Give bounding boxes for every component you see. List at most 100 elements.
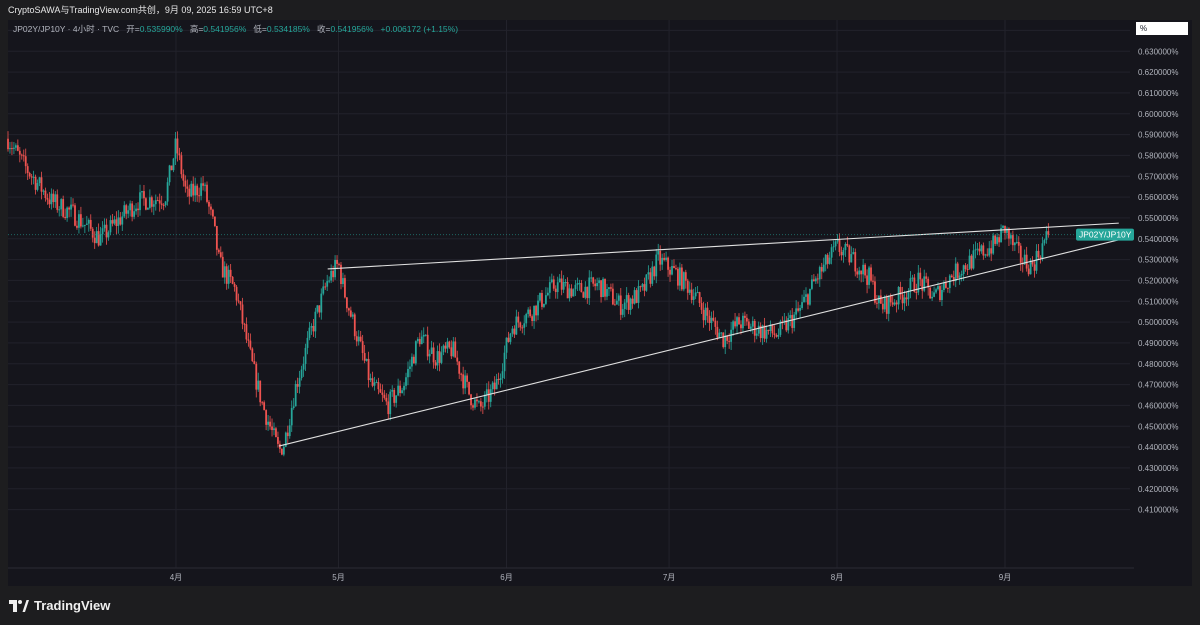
candle-body	[403, 385, 405, 391]
y-tick-label: 0.430000%	[1138, 464, 1178, 473]
candle-body	[742, 315, 744, 329]
candle-body	[395, 395, 398, 403]
y-tick-label: 0.420000%	[1138, 485, 1178, 494]
candle-body	[787, 318, 790, 331]
candle-body	[749, 326, 752, 329]
candle-body	[310, 325, 313, 328]
candle-body	[854, 252, 857, 272]
candle-body	[944, 282, 947, 288]
candle-body	[633, 290, 636, 304]
candle-body	[9, 148, 11, 150]
candle-body	[740, 324, 742, 329]
candle-body	[176, 138, 179, 154]
candle-body	[87, 219, 90, 224]
candle-body	[178, 153, 181, 156]
candle-body	[54, 194, 57, 203]
candle-body	[436, 351, 439, 366]
candle-body	[52, 193, 55, 203]
candle-body	[629, 298, 632, 310]
candle-body	[483, 394, 486, 407]
candle-body	[688, 289, 691, 293]
candle-body	[744, 315, 746, 318]
candle-body	[213, 216, 216, 227]
tradingview-logo[interactable]: TradingView	[9, 598, 110, 613]
candle-body	[832, 246, 835, 248]
candle-body	[645, 274, 648, 291]
candle-body	[485, 389, 488, 395]
candle-body	[470, 394, 472, 406]
candle-body	[95, 231, 98, 244]
candle-body	[101, 228, 104, 235]
candle-body	[255, 363, 258, 390]
candle-body	[519, 322, 522, 328]
candle-body	[978, 248, 981, 252]
y-tick-label: 0.570000%	[1138, 172, 1178, 181]
candle-body	[143, 191, 145, 199]
candle-body	[389, 391, 392, 415]
candle-body	[513, 328, 516, 335]
candle-body	[566, 281, 569, 299]
candle-body	[231, 276, 234, 284]
candle-body	[263, 402, 266, 411]
candle-body	[74, 205, 76, 226]
candle-body	[627, 295, 630, 310]
candle-body	[397, 385, 400, 396]
candle-body	[635, 290, 638, 303]
candle-body	[304, 347, 307, 364]
candle-body	[931, 296, 933, 299]
candle-body	[418, 339, 421, 345]
candle-body	[22, 155, 25, 157]
open-value: 0.535990%	[139, 24, 183, 34]
candle-body	[980, 245, 983, 252]
candle-body	[765, 329, 768, 339]
candle-body	[464, 375, 467, 389]
candle-body	[221, 256, 224, 278]
candle-body	[515, 316, 518, 335]
candle-body	[751, 320, 754, 327]
candle-body	[123, 205, 126, 217]
close-label: 收=	[316, 24, 331, 34]
candle-body	[1017, 241, 1020, 246]
price-unit-box[interactable]: %	[1136, 22, 1188, 35]
candle-body	[269, 421, 271, 427]
candle-body	[820, 267, 823, 272]
candle-body	[446, 341, 449, 349]
candle-body	[137, 208, 139, 211]
candle-body	[273, 428, 275, 431]
candle-body	[964, 265, 967, 270]
candle-body	[661, 257, 664, 265]
candle-body	[901, 294, 904, 304]
candle-body	[1027, 268, 1030, 275]
candle-body	[346, 297, 348, 309]
candle-body	[261, 402, 264, 404]
candle-body	[133, 211, 136, 217]
open-label: 开=	[126, 24, 140, 34]
candle-body	[237, 300, 240, 302]
candle-body	[1002, 225, 1004, 228]
candle-body	[777, 334, 780, 337]
candle-body	[686, 280, 689, 293]
candle-body	[570, 288, 573, 297]
candle-body	[984, 254, 987, 256]
y-tick-label: 0.530000%	[1138, 256, 1178, 265]
candle-body	[38, 177, 41, 184]
candle-body	[960, 273, 963, 276]
candle-body	[509, 333, 512, 342]
y-tick-label: 0.480000%	[1138, 360, 1178, 369]
candle-body	[805, 294, 807, 297]
candle-body	[659, 250, 662, 265]
candle-body	[594, 283, 597, 287]
trendlines	[278, 222, 1119, 447]
candle-body	[533, 305, 535, 321]
candle-body	[139, 192, 141, 211]
candle-body	[239, 301, 242, 305]
candle-body	[292, 406, 295, 409]
y-tick-label: 0.590000%	[1138, 131, 1178, 140]
symbol-legend: JP02Y/JP10Y · 4小时 · TVC 开=0.535990% 高=0.…	[13, 23, 458, 35]
candle-body	[407, 368, 409, 378]
candle-body	[359, 336, 362, 342]
candle-body	[996, 237, 999, 244]
candle-body	[371, 378, 374, 386]
candle-body	[20, 154, 23, 156]
candle-body	[401, 390, 403, 394]
